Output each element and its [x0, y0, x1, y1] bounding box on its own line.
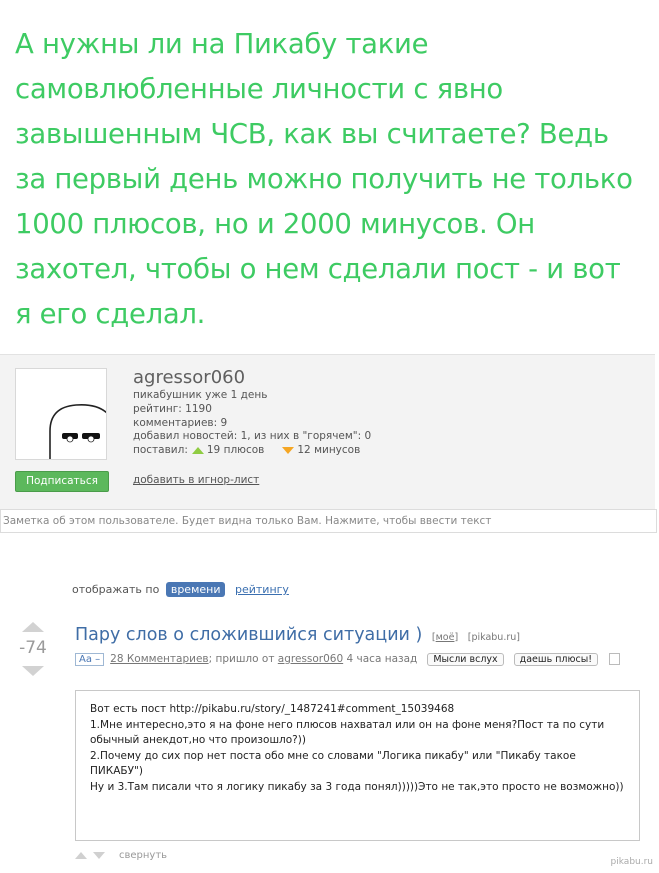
tag-mine-label[interactable]: моё	[436, 632, 455, 643]
profile-news: добавил новостей: 1, из них в "горячем":…	[133, 430, 372, 443]
tag-give-pluses[interactable]: даешь плюсы!	[513, 653, 599, 666]
author-link[interactable]: agressor060	[278, 653, 343, 665]
post-meta: Aa – 28 Комментариев; пришло от agressor0…	[75, 653, 621, 666]
post-title[interactable]: Пару слов о сложившийся ситуации )	[75, 625, 422, 645]
votes-label: поставил:	[133, 444, 188, 457]
avatar[interactable]	[15, 368, 107, 460]
posted-by-label: ; пришло от	[208, 653, 275, 665]
pluses-count: 19 плюсов	[206, 444, 265, 457]
tag-thinking-aloud[interactable]: Мысли вслух	[427, 653, 504, 666]
tag-mine[interactable]: [моё]	[432, 632, 458, 643]
post-vote-widget: -74	[15, 622, 51, 676]
minus-icon	[282, 446, 295, 454]
profile-comments: комментариев: 9	[133, 416, 228, 429]
user-note-field[interactable]: Заметка об этом пользователе. Будет видн…	[0, 509, 657, 533]
default-avatar-icon	[49, 403, 106, 459]
post-line-4: Ну и 3.Там писали что я логику пикабу за…	[90, 780, 624, 793]
ignore-list-link[interactable]: добавить в игнор-лист	[133, 474, 259, 486]
small-upvote-icon[interactable]	[75, 851, 87, 859]
post-body: Вот есть пост http://pikabu.ru/story/_14…	[75, 690, 640, 841]
profile-age: пикабушник уже 1 день	[133, 389, 268, 401]
downvote-icon[interactable]	[22, 666, 44, 676]
comments-link[interactable]: 28 Комментариев	[110, 653, 208, 665]
post-line-2: 1.Мне интересно,это я на фоне него плюсо…	[90, 718, 605, 747]
post-time: 4 часа назад	[346, 653, 418, 665]
save-icon[interactable]	[609, 653, 621, 665]
source-domain: [pikabu.ru]	[467, 632, 520, 643]
profile-rating: рейтинг: 1190	[133, 402, 212, 415]
post-line-1: Вот есть пост http://pikabu.ru/story/_14…	[90, 703, 455, 715]
post-title-row: Пару слов о сложившийся ситуации ) [моё]…	[75, 625, 520, 645]
minuses-count: 12 минусов	[297, 444, 361, 457]
profile-info: agressor060 пикабушник уже 1 день рейтин…	[133, 367, 371, 458]
sort-bar: отображать по времени рейтингу	[72, 582, 289, 597]
sort-by-time-button[interactable]: времени	[165, 582, 226, 597]
small-downvote-icon[interactable]	[93, 851, 105, 859]
font-size-button[interactable]: Aa –	[75, 653, 105, 666]
post-rating: -74	[19, 638, 47, 658]
post-line-3: 2.Почему до сих пор нет поста обо мне со…	[90, 749, 576, 778]
profile-votes: поставил: 19 плюсов 12 минусов	[133, 444, 371, 458]
upvote-icon[interactable]	[22, 622, 44, 632]
username[interactable]: agressor060	[133, 367, 371, 389]
sort-label: отображать по	[72, 583, 160, 596]
watermark: pikabu.ru	[610, 857, 653, 867]
subscribe-button[interactable]: Подписаться	[15, 471, 109, 492]
sort-by-rating-link[interactable]: рейтингу	[235, 583, 289, 596]
headline-text: А нужны ли на Пикабу такие самовлюбленны…	[15, 28, 633, 330]
plus-icon	[191, 446, 204, 454]
post-footer: свернуть	[75, 850, 167, 861]
user-profile-card: Подписаться agressor060 пикабушник уже 1…	[0, 354, 655, 510]
collapse-link[interactable]: свернуть	[119, 850, 167, 861]
